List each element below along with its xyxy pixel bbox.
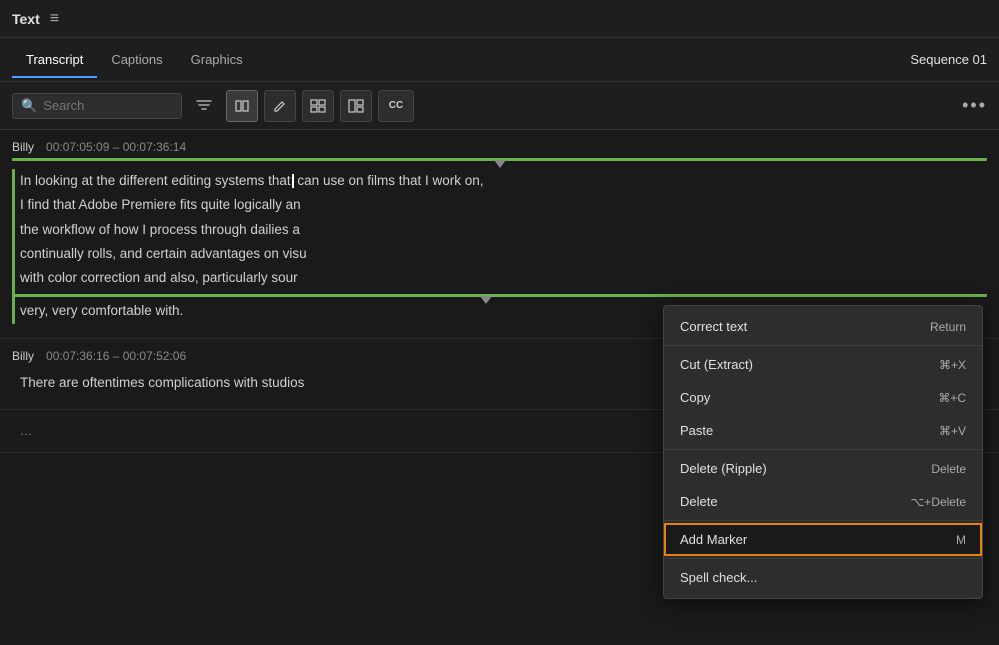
- toolbar: 🔍 CC •••: [0, 82, 999, 130]
- context-menu-item-correct-text[interactable]: Correct text Return: [664, 310, 982, 343]
- context-menu-label-copy: Copy: [680, 390, 710, 405]
- search-icon: 🔍: [21, 98, 37, 114]
- tab-captions[interactable]: Captions: [97, 42, 176, 77]
- sequence-label: Sequence 01: [910, 52, 987, 67]
- text-line-1-0[interactable]: In looking at the different editing syst…: [12, 169, 987, 193]
- context-menu-item-cut[interactable]: Cut (Extract) ⌘+X: [664, 348, 982, 381]
- search-input[interactable]: [43, 98, 163, 113]
- context-menu-shortcut-paste: ⌘+V: [939, 424, 966, 438]
- context-menu-label-cut: Cut (Extract): [680, 357, 753, 372]
- group1-icon: [310, 99, 326, 113]
- tab-graphics[interactable]: Graphics: [177, 42, 257, 77]
- title-bar: Text ≡: [0, 0, 999, 38]
- filter-icon: [196, 98, 212, 114]
- context-menu-label-delete-ripple: Delete (Ripple): [680, 461, 767, 476]
- speaker-name-1: Billy: [12, 140, 34, 154]
- context-menu: Correct text Return Cut (Extract) ⌘+X Co…: [663, 305, 983, 599]
- context-menu-shortcut-delete-ripple: Delete: [931, 462, 966, 476]
- context-divider-4: [664, 558, 982, 559]
- context-menu-item-copy[interactable]: Copy ⌘+C: [664, 381, 982, 414]
- split-button[interactable]: [226, 90, 258, 122]
- context-menu-label-paste: Paste: [680, 423, 713, 438]
- context-menu-label-correct-text: Correct text: [680, 319, 747, 334]
- context-divider-3: [664, 520, 982, 521]
- context-menu-shortcut-delete: ⌥+Delete: [910, 495, 966, 509]
- text-line-1-2[interactable]: the workflow of how I process through da…: [12, 218, 987, 242]
- more-options-button[interactable]: •••: [962, 95, 987, 116]
- text-line-1-4[interactable]: with color correction and also, particul…: [12, 266, 987, 290]
- context-menu-item-spell-check[interactable]: Spell check...: [664, 561, 982, 594]
- context-menu-item-add-marker[interactable]: Add Marker M: [664, 523, 982, 556]
- context-menu-item-paste[interactable]: Paste ⌘+V: [664, 414, 982, 447]
- split-icon: [234, 98, 250, 114]
- context-menu-item-delete[interactable]: Delete ⌥+Delete: [664, 485, 982, 518]
- context-menu-shortcut-correct-text: Return: [930, 320, 966, 334]
- entry-header-1: Billy 00:07:05:09 – 00:07:36:14: [12, 140, 987, 154]
- context-menu-label-delete: Delete: [680, 494, 718, 509]
- text-line-1-3[interactable]: continually rolls, and certain advantage…: [12, 242, 987, 266]
- context-menu-shortcut-add-marker: M: [956, 533, 966, 547]
- context-divider-2: [664, 449, 982, 450]
- text-line-1-1[interactable]: I find that Adobe Premiere fits quite lo…: [12, 193, 987, 217]
- context-menu-shortcut-cut: ⌘+X: [939, 358, 966, 372]
- search-box[interactable]: 🔍: [12, 93, 182, 119]
- context-menu-label-add-marker: Add Marker: [680, 532, 747, 547]
- group2-icon: [348, 99, 364, 113]
- main-content: Billy 00:07:05:09 – 00:07:36:14 In looki…: [0, 130, 999, 645]
- app-title: Text: [12, 11, 40, 27]
- context-divider-1: [664, 345, 982, 346]
- cc-button[interactable]: CC: [378, 90, 414, 122]
- timestamp-1: 00:07:05:09 – 00:07:36:14: [46, 140, 186, 154]
- text-cursor: [292, 174, 294, 188]
- context-menu-item-delete-ripple[interactable]: Delete (Ripple) Delete: [664, 452, 982, 485]
- filter-button[interactable]: [188, 90, 220, 122]
- tab-transcript[interactable]: Transcript: [12, 42, 97, 77]
- group2-button[interactable]: [340, 90, 372, 122]
- group1-button[interactable]: [302, 90, 334, 122]
- context-menu-shortcut-copy: ⌘+C: [938, 391, 966, 405]
- speaker-name-2: Billy: [12, 349, 34, 363]
- transcript-text-block-1: In looking at the different editing syst…: [12, 165, 987, 328]
- cc-icon: CC: [389, 100, 403, 111]
- tab-bar: Transcript Captions Graphics Sequence 01: [0, 38, 999, 82]
- menu-icon[interactable]: ≡: [50, 10, 59, 28]
- timestamp-2: 00:07:36:16 – 00:07:52:06: [46, 349, 186, 363]
- more-icon: •••: [962, 95, 987, 115]
- edit-icon: [273, 99, 287, 113]
- edit-button[interactable]: [264, 90, 296, 122]
- context-menu-label-spell-check: Spell check...: [680, 570, 757, 585]
